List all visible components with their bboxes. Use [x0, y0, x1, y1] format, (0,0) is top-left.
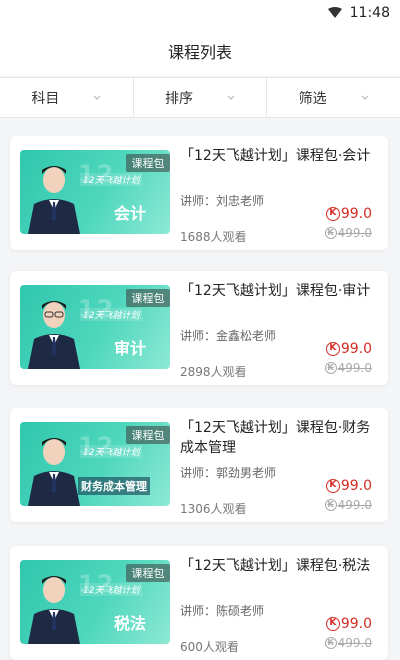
course-teacher: 讲师：郭劲男老师 — [180, 466, 277, 480]
teacher-photo — [28, 438, 80, 506]
k-coin-icon: K — [325, 207, 340, 221]
thumb-plan-text: 12天飞越计划 — [80, 308, 143, 321]
course-views: 2898人观看 — [180, 365, 247, 379]
course-price: K 99.0 — [325, 478, 372, 494]
course-card[interactable]: 12 12天飞越计划 课程包 财务成本管理 「12天飞越计划」课程包·财务成本管… — [10, 408, 388, 522]
price-value: 99.0 — [340, 478, 372, 494]
original-price-value: 499.0 — [337, 498, 372, 512]
thumb-plan-text: 12天飞越计划 — [80, 173, 143, 186]
thumb-subject: 税法 — [114, 614, 147, 633]
chevron-down-icon — [93, 95, 101, 100]
thumb-subject: 财务成本管理 — [78, 477, 150, 495]
course-card[interactable]: 12 12天飞越计划 课程包 税法 「12天飞越计划」课程包·税法 讲师：陈硕老… — [10, 546, 388, 660]
course-title: 「12天飞越计划」课程包·会计 — [180, 148, 371, 164]
price-value: 99.0 — [340, 341, 372, 357]
thumb-plan-text: 12天飞越计划 — [80, 445, 143, 458]
course-views: 1688人观看 — [180, 230, 247, 244]
course-title: 「12天飞越计划」课程包·税法 — [180, 558, 371, 574]
k-coin-icon: K — [324, 499, 337, 511]
course-title: 「12天飞越计划」课程包·审计 — [180, 283, 371, 299]
filter-subject-label: 科目 — [31, 90, 60, 107]
teacher-photo — [28, 301, 80, 369]
k-coin-icon: K — [324, 362, 337, 374]
course-list: 12 12天飞越计划 课程包 会计 「12天飞越计划」课程包·会计 讲师：刘忠老… — [0, 118, 400, 660]
wifi-icon — [327, 7, 342, 18]
original-price-value: 499.0 — [337, 636, 372, 650]
filter-subject[interactable]: 科目 — [0, 78, 133, 117]
course-price: K 99.0 — [325, 206, 372, 222]
course-package-badge: 课程包 — [126, 426, 170, 444]
page-title: 课程列表 — [167, 43, 232, 62]
k-coin-icon: K — [325, 617, 340, 631]
course-teacher: 讲师：刘忠老师 — [180, 194, 265, 208]
course-price: K 99.0 — [325, 616, 372, 632]
thumb-subject: 审计 — [114, 339, 147, 358]
course-original-price: K 499.0 — [324, 361, 372, 375]
filter-sort-label: 排序 — [165, 90, 193, 107]
course-original-price: K 499.0 — [324, 636, 372, 650]
teacher-photo — [28, 166, 80, 234]
chevron-down-icon — [361, 95, 369, 100]
course-original-price: K 499.0 — [324, 498, 372, 512]
course-card[interactable]: 12 12天飞越计划 课程包 会计 「12天飞越计划」课程包·会计 讲师：刘忠老… — [10, 136, 388, 250]
course-thumbnail: 12 12天飞越计划 课程包 财务成本管理 — [20, 422, 170, 506]
k-coin-icon: K — [324, 637, 337, 649]
course-teacher: 讲师：金鑫松老师 — [180, 329, 277, 343]
course-card[interactable]: 12 12天飞越计划 课程包 审计 「12天飞越计划」课程包·审计 讲师：金鑫松… — [10, 271, 388, 385]
thumb-plan-text: 12天飞越计划 — [80, 583, 143, 596]
course-package-badge: 课程包 — [126, 289, 170, 307]
teacher-photo — [28, 576, 80, 644]
course-price: K 99.0 — [325, 341, 372, 357]
filter-bar: 科目 排序 筛选 — [0, 77, 400, 118]
course-package-badge: 课程包 — [126, 564, 170, 582]
k-coin-icon: K — [325, 479, 340, 493]
course-thumbnail: 12 12天飞越计划 课程包 税法 — [20, 560, 170, 644]
filter-screen-label: 筛选 — [298, 90, 327, 107]
status-time: 11:48 — [349, 5, 390, 21]
status-bar: 11:48 — [0, 0, 400, 26]
status-icons: 11:48 — [327, 4, 390, 22]
original-price-value: 499.0 — [337, 226, 372, 240]
chevron-down-icon — [227, 95, 235, 100]
course-thumbnail: 12 12天飞越计划 课程包 审计 — [20, 285, 170, 369]
k-coin-icon: K — [324, 227, 337, 239]
course-package-badge: 课程包 — [126, 154, 170, 172]
course-title: 「12天飞越计划」课程包·财务成本管理 — [180, 420, 371, 456]
filter-sort[interactable]: 排序 — [132, 78, 267, 117]
price-value: 99.0 — [340, 616, 372, 632]
k-coin-icon: K — [325, 342, 340, 356]
course-teacher: 讲师：陈硕老师 — [180, 604, 265, 618]
course-views: 1306人观看 — [180, 502, 247, 516]
course-original-price: K 499.0 — [324, 226, 372, 240]
original-price-value: 499.0 — [337, 361, 372, 375]
course-views: 600人观看 — [180, 640, 239, 654]
price-value: 99.0 — [340, 206, 372, 222]
filter-screen[interactable]: 筛选 — [266, 78, 400, 117]
title-bar: 课程列表 — [0, 26, 400, 76]
course-thumbnail: 12 12天飞越计划 课程包 会计 — [20, 150, 170, 234]
thumb-subject: 会计 — [114, 204, 147, 223]
